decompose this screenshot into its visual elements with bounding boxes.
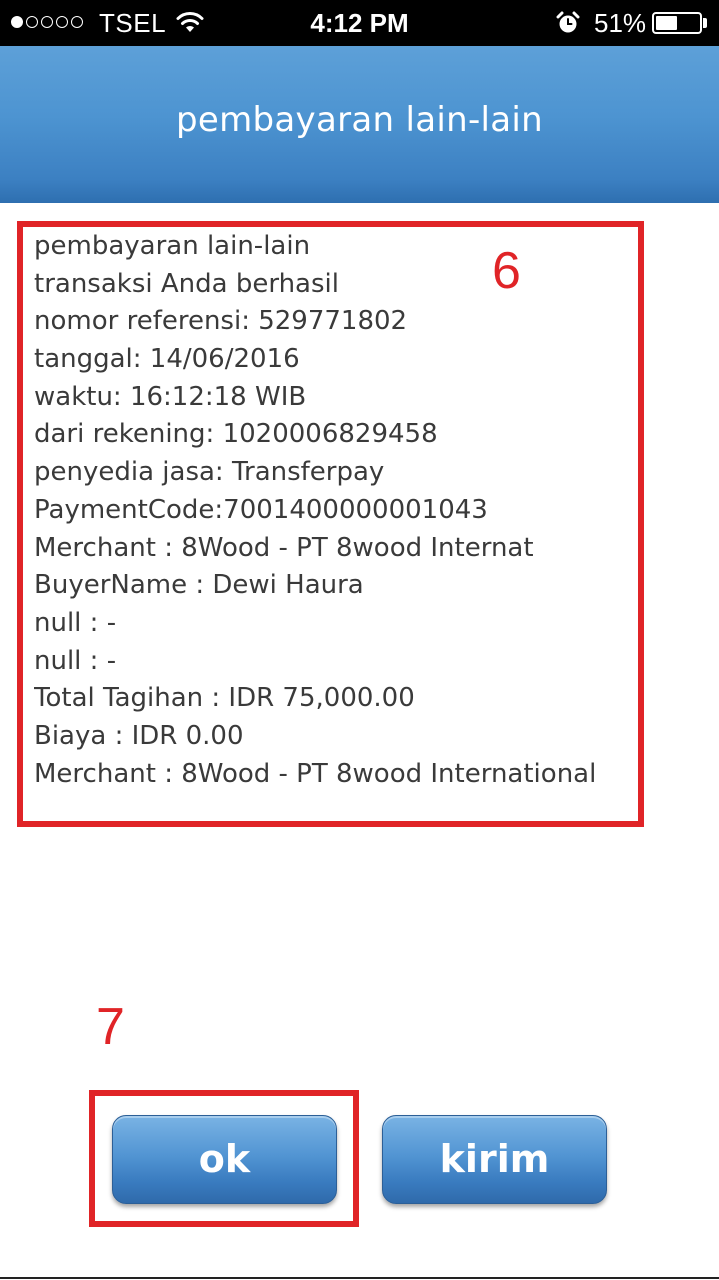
bottom-divider <box>0 1277 719 1279</box>
receipt-line: pembayaran lain-lain <box>34 231 311 261</box>
battery-percentage: 51% <box>594 8 647 38</box>
receipt-line: tanggal: 14/06/2016 <box>34 344 300 375</box>
kirim-button[interactable]: kirim <box>382 1115 607 1204</box>
battery-tip <box>703 18 707 28</box>
signal-dot <box>71 16 83 28</box>
receipt-line: null : - <box>34 607 117 638</box>
receipt-line: waktu: 16:12:18 WIB <box>34 381 307 412</box>
signal-dot <box>11 16 23 28</box>
page-title: pembayaran lain-lain <box>176 100 543 140</box>
receipt-details: pembayaran lain-lain transaksi Anda berh… <box>34 228 634 793</box>
receipt-line: dari rekening: 1020006829458 <box>34 419 438 450</box>
signal-dot <box>26 16 38 28</box>
receipt-line: Biaya : IDR 0.00 <box>34 720 244 751</box>
receipt-line: Merchant : 8Wood - PT 8wood Internationa… <box>34 758 597 789</box>
battery-icon <box>652 12 702 34</box>
receipt-line: nomor referensi: 529771802 <box>34 306 408 337</box>
ok-button[interactable]: ok <box>112 1115 337 1204</box>
signal-dot <box>56 16 68 28</box>
alarm-icon <box>556 11 580 33</box>
wifi-icon <box>176 12 204 32</box>
receipt-line: Total Tagihan : IDR 75,000.00 <box>34 683 415 714</box>
receipt-line: penyedia jasa: Transferpay <box>34 457 385 488</box>
signal-dot <box>41 16 53 28</box>
receipt-line: null : - <box>34 645 117 676</box>
receipt-line: PaymentCode:7001400000001043 <box>34 494 488 525</box>
status-bar: TSEL 4:12 PM 51% <box>0 0 719 46</box>
receipt-line: Merchant : 8Wood - PT 8wood Internat <box>34 532 534 563</box>
step-annotation-receipt: 6 <box>492 242 521 300</box>
battery-level-fill <box>656 16 677 30</box>
receipt-line: BuyerName : Dewi Haura <box>34 570 364 601</box>
signal-strength-icon <box>11 16 83 28</box>
receipt-line: transaksi Anda berhasil <box>34 268 339 299</box>
title-bar: pembayaran lain-lain <box>0 46 719 203</box>
step-annotation-ok: 7 <box>96 998 125 1056</box>
carrier-name: TSEL <box>99 8 167 38</box>
